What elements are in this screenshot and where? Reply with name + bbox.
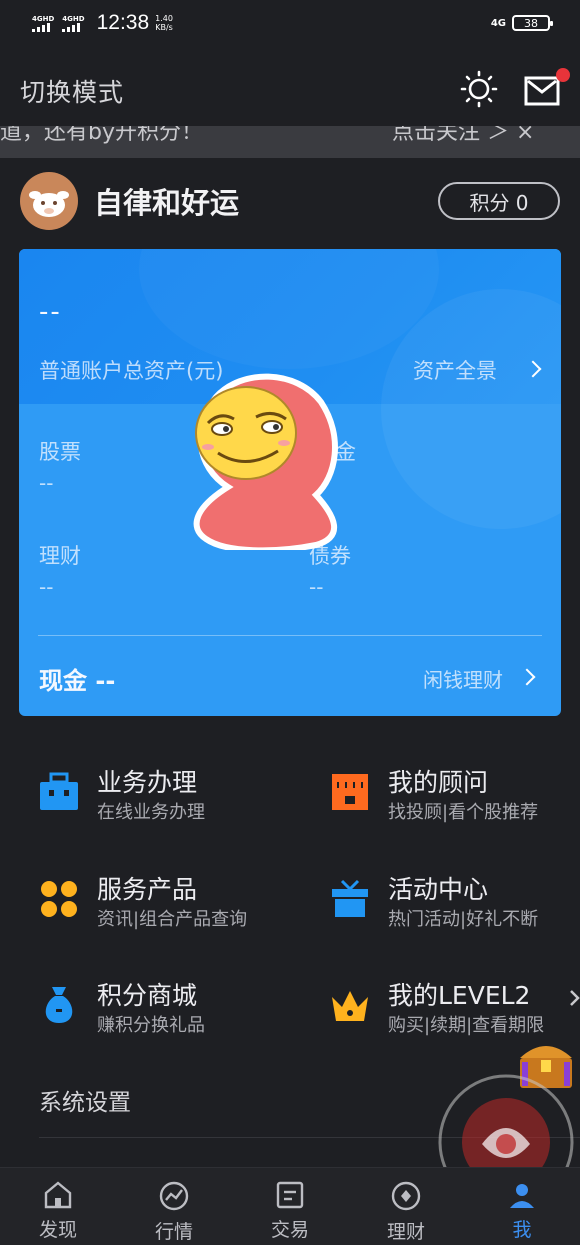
menu-advisor[interactable]: 我的顾问 找投顾|看个股推荐 [330, 768, 538, 826]
wealth-label: 理财 [39, 544, 81, 568]
user-icon [510, 1184, 534, 1208]
tab-label: 理财 [386, 1221, 425, 1243]
tab-label: 我 [512, 1219, 532, 1241]
menu-subtitle: 在线业务办理 [97, 802, 205, 823]
menu-activities[interactable]: 活动中心 热门活动|好礼不断 [330, 875, 538, 933]
network-speed: 1.40 KB/s [155, 14, 173, 32]
username: 自律和好运 [94, 186, 240, 220]
menu-business[interactable]: 业务办理 在线业务办理 [39, 768, 205, 826]
clock: 12:38 [96, 11, 150, 34]
money-bag-icon [45, 987, 73, 1023]
menu-subtitle: 找投顾|看个股推荐 [388, 802, 539, 823]
emoji-sticker-icon [193, 373, 338, 550]
sun-icon[interactable] [460, 70, 498, 112]
tab-label: 发现 [38, 1219, 77, 1241]
signal-strength-1: 4GHD [32, 15, 54, 32]
menu-subtitle: 赚积分换礼品 [97, 1015, 205, 1036]
menu-subtitle: 资讯|组合产品查询 [97, 909, 248, 930]
gift-icon [332, 879, 368, 917]
profile-row: 自律和好运 积分 0 [0, 158, 580, 244]
tab-trade[interactable]: 交易 [232, 1168, 348, 1245]
crown-icon [332, 991, 368, 1021]
menu-title: 积分商城 [97, 981, 198, 1010]
stocks-label: 股票 [39, 440, 81, 464]
wealth-value: -- [39, 575, 54, 599]
battery-indicator: 38 [512, 15, 553, 31]
tab-discover[interactable]: 发现 [0, 1168, 116, 1245]
tab-label: 交易 [270, 1219, 309, 1241]
menu-subtitle: 购买|续期|查看期限 [388, 1015, 545, 1036]
menu-title: 服务产品 [97, 875, 198, 904]
status-bar: 4GHD 4GHD 12:38 1.40 KB/s 4G 38 [0, 0, 580, 46]
top-bar: 切换模式 [0, 46, 580, 136]
system-settings-item[interactable]: 系统设置 [39, 1083, 131, 1117]
menu-subtitle: 热门活动|好礼不断 [388, 909, 539, 930]
cash-label: 现金 -- [39, 667, 116, 695]
mail-icon[interactable] [524, 68, 570, 106]
menu-title: 我的顾问 [388, 768, 489, 797]
notice-follow-link[interactable]: 点击关注 ＞ × [392, 126, 534, 146]
chart-circle-icon [159, 1181, 189, 1211]
menu-level2[interactable]: 我的LEVEL2 购买|续期|查看期限 [330, 981, 544, 1039]
avatar[interactable] [20, 172, 78, 230]
menu-title: 业务办理 [97, 768, 198, 797]
total-assets-value: -- [39, 297, 62, 327]
card-divider [38, 635, 542, 636]
trade-icon [276, 1181, 304, 1209]
asset-overview-link[interactable]: 资产全景 [413, 355, 497, 385]
stocks-value: -- [39, 471, 54, 495]
menu-title: 活动中心 [388, 875, 489, 904]
network-type: 4G [490, 17, 506, 29]
signal-strength-2: 4GHD [62, 15, 85, 32]
tab-wealth[interactable]: 理财 [348, 1168, 464, 1245]
menu-services[interactable]: 服务产品 资讯|组合产品查询 [39, 875, 247, 933]
menu-points-mall[interactable]: 积分商城 赚积分换礼品 [39, 981, 205, 1039]
bottom-tab-bar: 发现 行情 交易 理财 我 [0, 1167, 580, 1245]
notice-bar[interactable]: 道，还有by开积分！ 点击关注 ＞ × [0, 126, 580, 158]
notification-dot [556, 68, 570, 82]
wealth-icon [391, 1181, 421, 1211]
notice-text: 道，还有by开积分！ [0, 126, 203, 145]
tab-label: 行情 [154, 1221, 193, 1243]
home-icon [44, 1181, 72, 1209]
tab-me[interactable]: 我 [464, 1168, 580, 1245]
chevron-right-icon [570, 990, 580, 1006]
briefcase-icon [40, 772, 78, 810]
idle-money-link[interactable]: 闲钱理财 [423, 664, 503, 693]
points-button[interactable]: 积分 0 [438, 182, 560, 220]
switch-mode-button[interactable]: 切换模式 [20, 73, 124, 109]
tab-market[interactable]: 行情 [116, 1168, 232, 1245]
menu-title: 我的LEVEL2 [388, 981, 531, 1010]
bonds-value: -- [309, 575, 324, 599]
advisor-shop-icon [332, 774, 368, 810]
clover-icon [41, 881, 77, 917]
chevron-right-icon [518, 668, 536, 686]
